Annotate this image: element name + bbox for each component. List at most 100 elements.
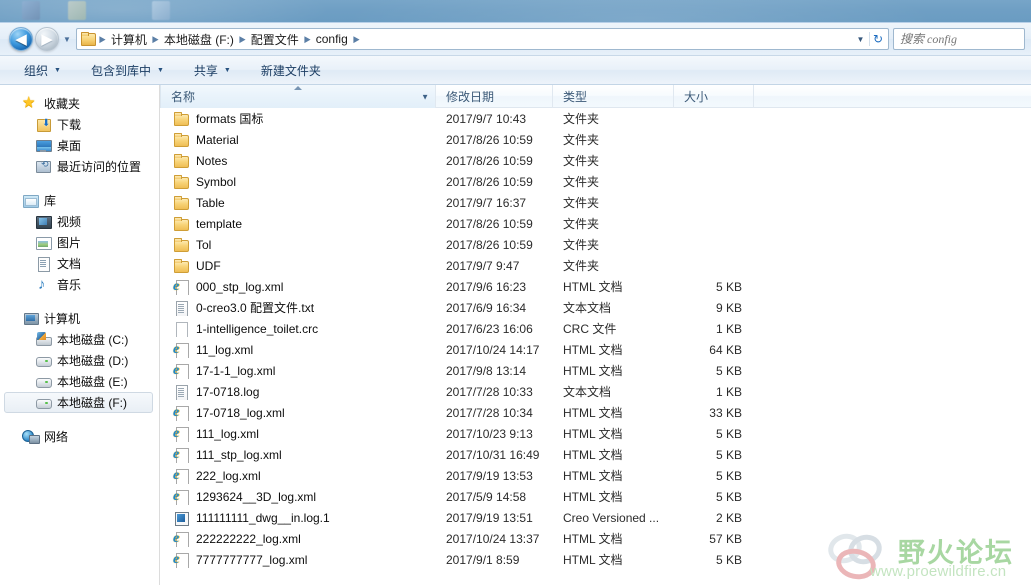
table-row[interactable]: 222_log.xml 2017/9/19 13:53 HTML 文档 5 KB	[160, 465, 1031, 486]
file-name-cell: 1-intelligence_toilet.crc	[160, 321, 436, 337]
file-type-cell: 文件夹	[563, 259, 600, 273]
sidebar-group-computer[interactable]: 计算机	[0, 308, 159, 329]
column-header-name[interactable]: 名称 ▼	[160, 85, 436, 108]
toolbar-include-in-library-button[interactable]: 包含到库中 ▼	[81, 59, 174, 81]
table-row[interactable]: 111_stp_log.xml 2017/10/31 16:49 HTML 文档 5 …	[160, 444, 1031, 465]
file-type-cell: CRC 文件	[563, 322, 617, 336]
file-size-cell: 5 KB	[715, 279, 742, 294]
file-name-label: 7777777777_log.xml	[196, 552, 308, 567]
file-type-cell: HTML 文档	[563, 469, 623, 483]
toolbar-organize-button[interactable]: 组织 ▼	[14, 59, 71, 81]
file-name-cell: 111_stp_log.xml	[160, 447, 436, 463]
breadcrumb-item-config[interactable]: config	[312, 31, 352, 47]
folder-icon	[173, 195, 189, 211]
table-row[interactable]: 222222222_log.xml 2017/10/24 13:37 HTML 文档…	[160, 528, 1031, 549]
table-row[interactable]: 111111111_dwg__in.log.1 2017/9/19 13:51 Cr…	[160, 507, 1031, 528]
search-input[interactable]	[900, 31, 1024, 47]
file-name-cell: 17-0718_log.xml	[160, 405, 436, 421]
column-header-row: 名称 ▼ 修改日期 类型 大小	[160, 85, 1031, 108]
column-header-size[interactable]: 大小	[674, 85, 754, 108]
sidebar-item-recent-places[interactable]: 最近访问的位置	[0, 156, 159, 177]
table-row[interactable]: Table 2017/9/7 16:37 文件夹	[160, 192, 1031, 213]
desktop-icon-1	[22, 1, 40, 20]
sidebar-item-desktop[interactable]: 桌面	[0, 135, 159, 156]
sidebar-group-network[interactable]: 网络	[0, 426, 159, 447]
breadcrumb-item-config-files[interactable]: 配置文件	[247, 30, 303, 49]
table-row[interactable]: Symbol 2017/8/26 10:59 文件夹	[160, 171, 1031, 192]
table-row[interactable]: Tol 2017/8/26 10:59 文件夹	[160, 234, 1031, 255]
toolbar-new-folder-button[interactable]: 新建文件夹	[251, 59, 331, 81]
file-size-cell: 5 KB	[715, 426, 742, 441]
sidebar-group-favorites[interactable]: 收藏夹	[0, 93, 159, 114]
sidebar-item-videos[interactable]: 视频	[0, 211, 159, 232]
toolbar-share-button[interactable]: 共享 ▼	[184, 59, 241, 81]
file-name-label: formats 国标	[196, 112, 264, 126]
table-row[interactable]: formats 国标 2017/9/7 10:43 文件夹	[160, 108, 1031, 129]
file-type-cell: HTML 文档	[563, 448, 623, 462]
sidebar-item-drive-c[interactable]: 本地磁盘 (C:)	[0, 329, 159, 350]
table-row[interactable]: 1293624__3D_log.xml 2017/5/9 14:58 HTML 文档…	[160, 486, 1031, 507]
file-date-cell: 2017/9/19 13:51	[446, 510, 533, 525]
sidebar-item-documents[interactable]: 文档	[0, 253, 159, 274]
search-box[interactable]	[893, 28, 1025, 50]
file-date-cell: 2017/8/26 10:59	[446, 237, 533, 252]
chevron-down-icon: ▼	[156, 66, 164, 74]
table-row[interactable]: template 2017/8/26 10:59 文件夹	[160, 213, 1031, 234]
table-row[interactable]: 000_stp_log.xml 2017/9/6 16:23 HTML 文档 5 KB	[160, 276, 1031, 297]
table-row[interactable]: 17-1-1_log.xml 2017/9/8 13:14 HTML 文档 5 KB	[160, 360, 1031, 381]
file-date-cell: 2017/8/26 10:59	[446, 174, 533, 189]
table-row[interactable]: 17-0718_log.xml 2017/7/28 10:34 HTML 文档 33 …	[160, 402, 1031, 423]
file-name-label: 222_log.xml	[196, 468, 261, 483]
file-size-cell: 9 KB	[715, 300, 742, 315]
file-date-cell: 2017/7/28 10:34	[446, 405, 533, 420]
breadcrumb-item-computer[interactable]: 计算机	[107, 30, 151, 49]
folder-icon	[173, 216, 189, 232]
file-name-label: Table	[196, 195, 225, 210]
address-history-icon[interactable]: ▼	[853, 35, 868, 44]
file-name-cell: 17-1-1_log.xml	[160, 363, 436, 379]
sidebar-group-libraries[interactable]: 库	[0, 190, 159, 211]
table-row[interactable]: 17-0718.log 2017/7/28 10:33 文本文档 1 KB	[160, 381, 1031, 402]
sidebar-item-downloads[interactable]: 下载	[0, 114, 159, 135]
breadcrumb-item-drive-f[interactable]: 本地磁盘 (F:)	[160, 30, 238, 49]
sidebar-item-music[interactable]: 音乐	[0, 274, 159, 295]
recent-places-icon	[35, 159, 52, 175]
sidebar-item-drive-d[interactable]: 本地磁盘 (D:)	[0, 350, 159, 371]
table-row[interactable]: 0-creo3.0 配置文件.txt 2017/6/9 16:34 文本文档 9 KB	[160, 297, 1031, 318]
table-row[interactable]: Notes 2017/8/26 10:59 文件夹	[160, 150, 1031, 171]
breadcrumb-separator: ▶	[304, 33, 311, 44]
file-type-cell: 文本文档	[563, 385, 612, 399]
file-name-cell: 17-0718.log	[160, 384, 436, 400]
address-bar[interactable]: ▶ 计算机 ▶ 本地磁盘 (F:) ▶ 配置文件 ▶ config ▶ ▼ ↻	[76, 28, 889, 50]
forward-button[interactable]: ▶	[35, 27, 59, 51]
refresh-icon[interactable]: ↻	[869, 32, 886, 46]
back-button[interactable]: ◀	[9, 27, 33, 51]
file-type-cell: HTML 文档	[563, 280, 623, 294]
table-row[interactable]: 111_log.xml 2017/10/23 9:13 HTML 文档 5 KB	[160, 423, 1031, 444]
sidebar-item-drive-d-label: 本地磁盘 (D:)	[57, 354, 129, 368]
file-type-cell: HTML 文档	[563, 553, 623, 567]
column-header-type[interactable]: 类型	[553, 85, 674, 108]
ie-html-icon	[173, 552, 189, 568]
ie-html-icon	[173, 279, 189, 295]
table-row[interactable]: 11_log.xml 2017/10/24 14:17 HTML 文档 64 KB	[160, 339, 1031, 360]
sidebar-item-pictures[interactable]: 图片	[0, 232, 159, 253]
sidebar-item-drive-e[interactable]: 本地磁盘 (E:)	[0, 371, 159, 392]
table-row[interactable]: UDF 2017/9/7 9:47 文件夹	[160, 255, 1031, 276]
sidebar-group-libraries-label: 库	[44, 194, 57, 208]
file-name-cell: Table	[160, 195, 436, 211]
column-filter-chevron-icon[interactable]: ▼	[421, 92, 429, 101]
file-rows: formats 国标 2017/9/7 10:43 文件夹 Material 2017/…	[160, 108, 1031, 570]
sidebar-item-drive-f-label: 本地磁盘 (F:)	[57, 396, 127, 410]
file-type-cell: Creo Versioned ...	[563, 510, 660, 525]
recent-pages-dropdown-icon[interactable]: ▼	[60, 35, 74, 44]
sidebar-item-drive-f[interactable]: 本地磁盘 (F:)	[4, 392, 153, 413]
file-name-label: Material	[196, 132, 239, 147]
table-row[interactable]: 1-intelligence_toilet.crc 2017/6/23 16:06…	[160, 318, 1031, 339]
column-header-date-modified[interactable]: 修改日期	[436, 85, 553, 108]
table-row[interactable]: Material 2017/8/26 10:59 文件夹	[160, 129, 1031, 150]
table-row[interactable]: 7777777777_log.xml 2017/9/1 8:59 HTML 文档 5 …	[160, 549, 1031, 570]
explorer-window: ◀ ▶ ▼ ▶ 计算机 ▶ 本地磁盘 (F:) ▶ 配置文件 ▶ config …	[0, 22, 1031, 585]
